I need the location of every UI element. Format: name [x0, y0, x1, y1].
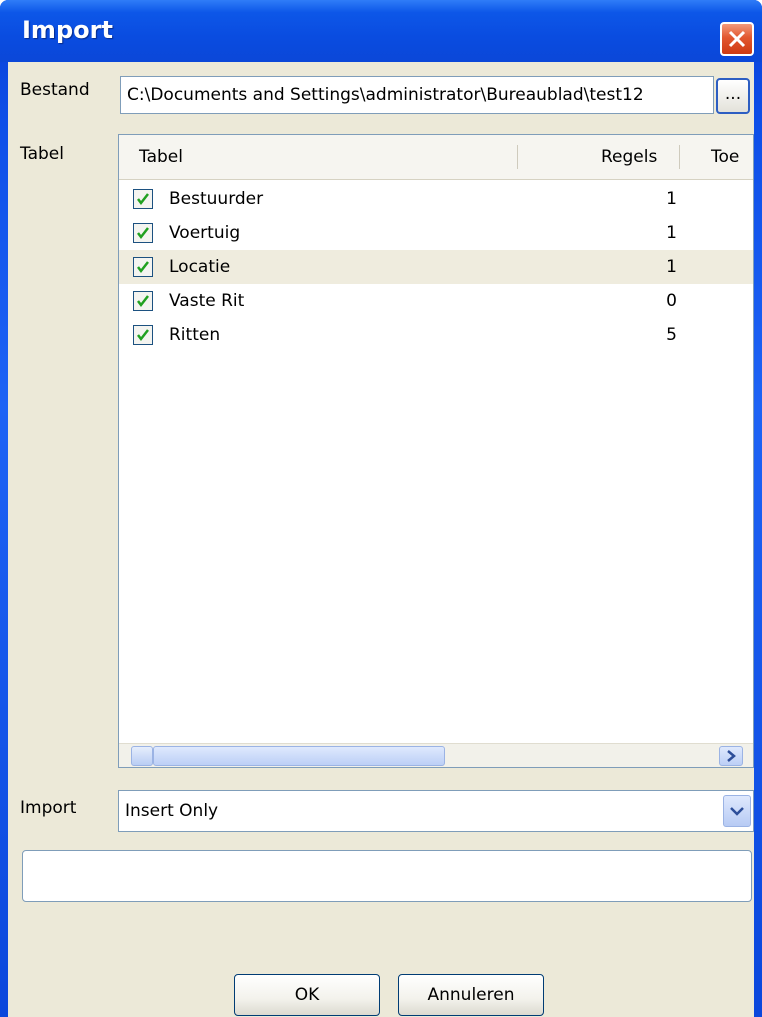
scroll-right-button[interactable]	[719, 746, 743, 766]
row-count: 0	[666, 291, 677, 311]
row-count: 1	[666, 257, 677, 277]
row-name: Voertuig	[169, 223, 241, 243]
browse-button[interactable]: ...	[716, 78, 750, 114]
table-row[interactable]: Bestuurder 1	[119, 182, 753, 216]
import-mode-value: Insert Only	[125, 801, 219, 821]
import-dialog: Import Bestand C:\Documents and Settings…	[0, 0, 762, 1017]
import-label: Import	[20, 798, 77, 818]
row-count: 1	[666, 223, 677, 243]
row-name: Ritten	[169, 325, 221, 345]
close-button[interactable]	[720, 22, 754, 56]
table-header: Tabel Regels Toe	[119, 135, 753, 180]
column-header-regels[interactable]: Regels	[601, 147, 657, 167]
column-header-toe[interactable]: Toe	[711, 147, 739, 167]
table-row[interactable]: Ritten 5	[119, 318, 753, 352]
checkmark-icon	[137, 193, 149, 206]
scroll-thumb[interactable]	[153, 746, 445, 766]
chevron-down-icon	[730, 807, 744, 816]
table-row[interactable]: Locatie 1	[119, 250, 753, 284]
ok-button[interactable]: OK	[234, 974, 380, 1016]
table-row[interactable]: Voertuig 1	[119, 216, 753, 250]
file-path-input[interactable]: C:\Documents and Settings\administrator\…	[120, 76, 714, 114]
table-label: Tabel	[20, 144, 64, 164]
row-name: Locatie	[169, 257, 231, 277]
row-count: 1	[666, 189, 677, 209]
row-checkbox[interactable]	[133, 291, 153, 311]
row-checkbox[interactable]	[133, 257, 153, 277]
close-icon	[728, 30, 746, 48]
row-checkbox[interactable]	[133, 325, 153, 345]
dialog-body: Bestand C:\Documents and Settings\admini…	[8, 62, 754, 1017]
column-separator	[679, 145, 680, 169]
window-title: Import	[22, 16, 113, 44]
column-header-tabel[interactable]: Tabel	[139, 147, 183, 167]
row-name: Bestuurder	[169, 189, 264, 209]
checkmark-icon	[137, 227, 149, 240]
row-checkbox[interactable]	[133, 223, 153, 243]
scroll-left-button[interactable]	[131, 746, 153, 766]
table-row[interactable]: Vaste Rit 0	[119, 284, 753, 318]
horizontal-scrollbar[interactable]	[119, 743, 753, 767]
row-name: Vaste Rit	[169, 291, 245, 311]
cancel-button[interactable]: Annuleren	[398, 974, 544, 1016]
file-label: Bestand	[20, 80, 90, 100]
status-field	[22, 850, 752, 902]
title-bar[interactable]: Import	[0, 0, 762, 62]
import-mode-select[interactable]: Insert Only	[118, 790, 754, 832]
table-list[interactable]: Tabel Regels Toe Bestuurder 1 Voertuig 1	[118, 134, 754, 768]
row-count: 5	[666, 325, 677, 345]
row-checkbox[interactable]	[133, 189, 153, 209]
dropdown-button[interactable]	[723, 795, 751, 827]
column-separator	[517, 145, 518, 169]
chevron-right-icon	[727, 750, 736, 762]
checkmark-icon	[137, 295, 149, 308]
checkmark-icon	[137, 261, 149, 274]
checkmark-icon	[137, 329, 149, 342]
